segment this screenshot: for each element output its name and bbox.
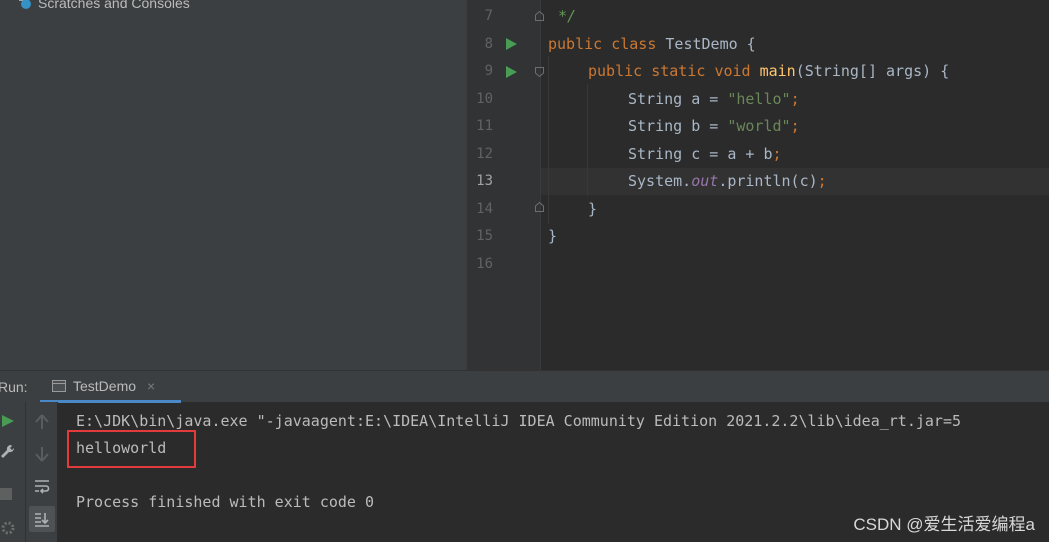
tab-testdemo[interactable]: TestDemo ×: [40, 371, 181, 403]
code-line-11: String b = "world";: [628, 117, 800, 135]
line-number-current: 13: [476, 173, 493, 189]
line-number: 8: [484, 36, 493, 52]
line-number: 14: [476, 201, 493, 217]
indent-guide: [587, 84, 588, 196]
code-line-7: */: [558, 7, 577, 25]
run-class-icon[interactable]: [506, 38, 517, 50]
line-number: 9: [484, 63, 493, 79]
code-line-9: public static void main(String[] args) {: [588, 62, 950, 80]
code-line-14: }: [588, 200, 598, 218]
scroll-to-end-button[interactable]: [29, 506, 55, 532]
line-number: 15: [476, 228, 493, 244]
arrow-down-icon[interactable]: [35, 446, 49, 462]
scratches-label: Scratches and Consoles: [38, 0, 190, 11]
console-line-exit: Process finished with exit code 0: [76, 493, 375, 511]
tab-title: TestDemo: [73, 377, 137, 394]
run-label: Run:: [0, 379, 28, 395]
console-line-output: helloworld: [76, 439, 167, 457]
line-number: 7: [484, 8, 493, 24]
console-toolbar: [26, 402, 58, 542]
run-header: Run: TestDemo ×: [0, 370, 1049, 403]
console-icon: [52, 379, 66, 392]
rerun-icon[interactable]: [1, 414, 15, 428]
scroll-to-end-icon: [35, 513, 49, 527]
soft-wrap-icon[interactable]: [34, 478, 50, 494]
output-highlight-box: [67, 430, 196, 468]
console-output[interactable]: E:\JDK\bin\java.exe "-javaagent:E:\IDEA\…: [76, 408, 961, 516]
stop-icon[interactable]: [0, 488, 12, 500]
fold-end-icon[interactable]: [535, 202, 544, 212]
watermark: CSDN @爱生活爱编程a: [853, 515, 1035, 534]
indent-guide: [548, 56, 549, 224]
fold-end-icon[interactable]: [535, 11, 544, 21]
code-editor[interactable]: 7 8 9 10 11 12 13 14 15 16 */ public cla…: [467, 0, 1049, 370]
arrow-up-icon[interactable]: [35, 414, 49, 430]
line-number: 10: [476, 91, 493, 107]
run-toolbar: [0, 402, 26, 542]
line-number: 12: [476, 146, 493, 162]
scratches-icon: [18, 0, 32, 10]
line-number: 16: [476, 256, 493, 272]
wrench-icon[interactable]: [0, 444, 16, 460]
close-icon[interactable]: ×: [147, 378, 155, 394]
tree-item-scratches-and-consoles[interactable]: Scratches and Consoles: [18, 0, 190, 12]
code-line-13: System.out.println(c);: [628, 172, 827, 190]
line-number: 11: [476, 118, 493, 134]
console-line-command: E:\JDK\bin\java.exe "-javaagent:E:\IDEA\…: [76, 412, 962, 430]
code-line-15: }: [548, 227, 558, 245]
fold-start-icon[interactable]: [535, 67, 544, 77]
code-line-12: String c = a + b;: [628, 145, 782, 163]
code-line-8: public class TestDemo {: [548, 35, 756, 53]
project-tool-window: Scratches and Consoles: [0, 0, 467, 370]
run-main-icon[interactable]: [506, 66, 517, 78]
settings-icon[interactable]: [0, 520, 16, 536]
code-line-10: String a = "hello";: [628, 90, 800, 108]
